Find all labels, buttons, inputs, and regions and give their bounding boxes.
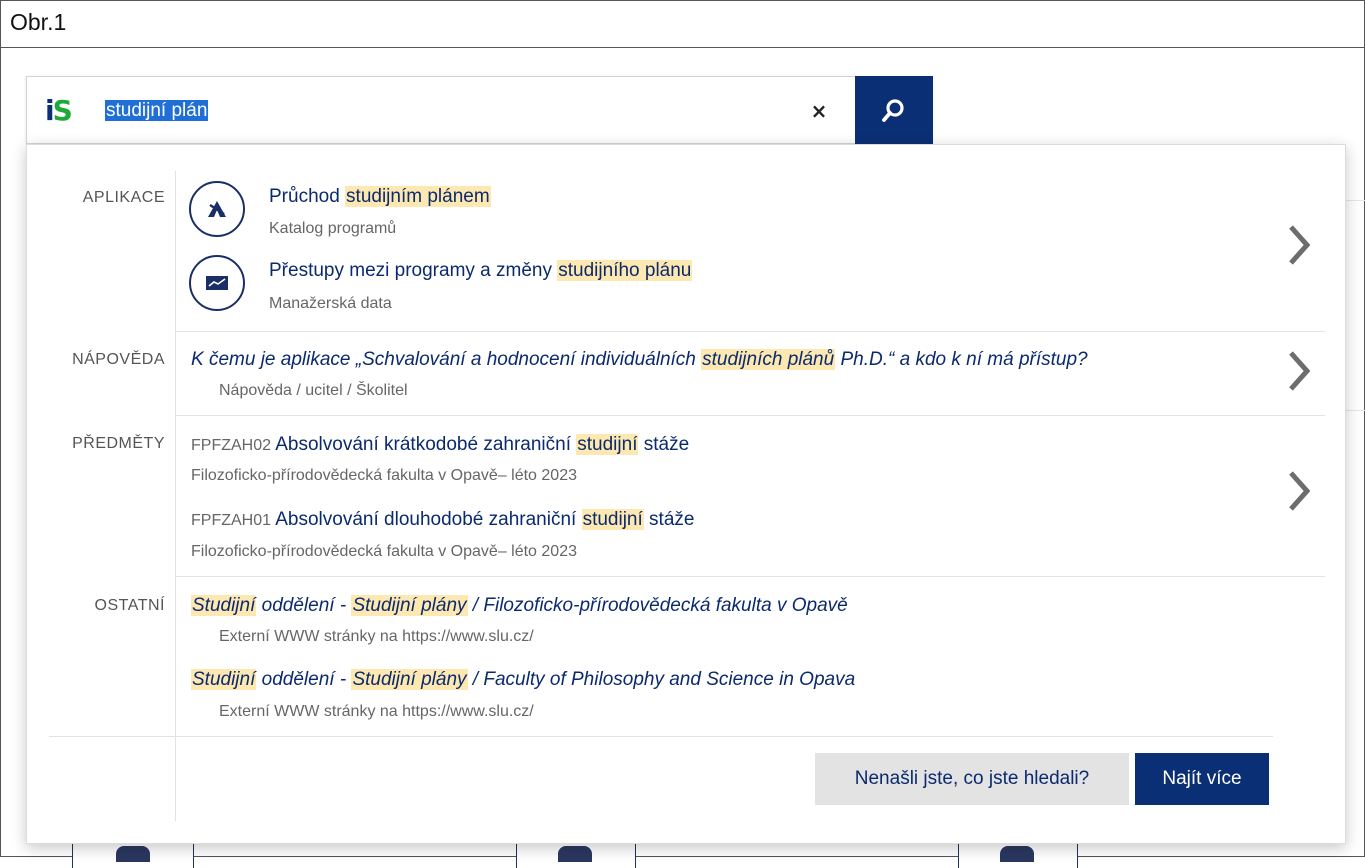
app-item-title-2[interactable]: Přestupy mezi programy a změny studijníh… — [269, 259, 693, 283]
course-item-subtitle-1: Filozoficko-přírodovědecká fakulta v Opa… — [191, 467, 577, 484]
not-found-button[interactable]: Nenašli jste, co jste hledali? — [815, 753, 1129, 805]
course-item-subtitle-2: Filozoficko-přírodovědecká fakulta v Opa… — [191, 543, 577, 560]
clear-search-button[interactable]: × — [807, 99, 831, 123]
chevron-right-icon[interactable] — [1283, 469, 1313, 513]
section-label-aplikace: APLIKACE — [82, 189, 165, 206]
other-item-title-2[interactable]: Studijní oddělení - Studijní plány / Fac… — [191, 668, 855, 692]
other-item-subtitle-1: Externí WWW stránky na https://www.slu.c… — [219, 628, 534, 645]
background-icon — [1000, 846, 1034, 862]
background-line — [1345, 200, 1365, 201]
app-item-subtitle-2: Manažerská data — [269, 295, 392, 312]
section-divider — [49, 736, 1273, 737]
other-item-title-1[interactable]: Studijní oddělení - Studijní plány / Fil… — [191, 594, 848, 618]
background-line — [1345, 410, 1365, 411]
app-item-subtitle-1: Katalog programů — [269, 220, 397, 237]
chevron-right-icon[interactable] — [1283, 223, 1313, 267]
background-icon — [558, 846, 592, 862]
search-icon — [882, 99, 904, 122]
search-input[interactable]: studijní plán — [105, 99, 209, 123]
section-label-ostatni: OSTATNÍ — [94, 597, 165, 614]
search-query-text: studijní plán — [105, 100, 209, 121]
help-item-subtitle: Nápověda / ucitel / Školitel — [219, 382, 408, 399]
find-more-button[interactable]: Najít více — [1135, 753, 1269, 805]
section-label-predmety: PŘEDMĚTY — [72, 435, 165, 452]
column-divider — [175, 171, 176, 821]
course-code: FPFZAH02 — [191, 437, 272, 454]
app-item-icon-2[interactable] — [189, 255, 245, 311]
search-button[interactable] — [855, 76, 933, 144]
section-divider — [175, 576, 1325, 577]
other-item-subtitle-2: Externí WWW stránky na https://www.slu.c… — [219, 703, 534, 720]
section-divider — [175, 415, 1325, 416]
app-item-title-1[interactable]: Průchod studijním plánem — [269, 185, 491, 209]
is-logo[interactable]: iS — [45, 97, 73, 125]
background-icon — [116, 846, 150, 862]
help-item-title[interactable]: K čemu je aplikace „Schvalování a hodnoc… — [191, 348, 1088, 372]
search-results-dropdown: APLIKACE Průchod studijním plánem Katalo… — [26, 144, 1346, 844]
section-divider — [175, 331, 1325, 332]
compass-icon — [208, 201, 226, 217]
chevron-right-icon[interactable] — [1283, 349, 1313, 393]
figure-caption: Obr.1 — [0, 0, 1365, 48]
section-label-napoveda: NÁPOVĚDA — [72, 351, 165, 368]
course-item-title-1[interactable]: FPFZAH02 Absolvování krátkodobé zahranič… — [191, 433, 689, 458]
search-bar: iS studijní plán × — [26, 76, 933, 144]
course-code: FPFZAH01 — [191, 512, 272, 529]
app-item-icon-1[interactable] — [189, 181, 245, 237]
chart-icon — [206, 276, 228, 290]
course-item-title-2[interactable]: FPFZAH01 Absolvování dlouhodobé zahranič… — [191, 508, 694, 533]
